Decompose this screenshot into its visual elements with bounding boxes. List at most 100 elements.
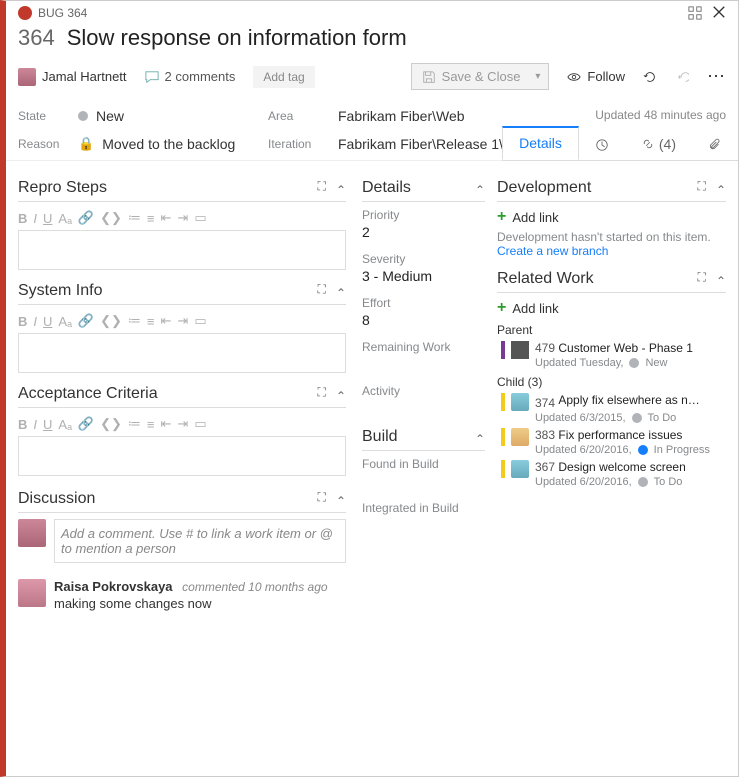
related-id: 479 (535, 341, 555, 355)
more-icon[interactable]: ⋯ (707, 66, 726, 87)
repro-editor[interactable] (18, 230, 346, 270)
tab-details[interactable]: Details (502, 126, 579, 160)
expand-icon[interactable]: ⛶ (318, 179, 328, 197)
collapse-icon[interactable] (336, 282, 346, 300)
tab-attachments[interactable] (692, 130, 738, 160)
activity-value[interactable] (362, 400, 485, 416)
area-value[interactable]: Fabrikam Fiber\Web (338, 108, 465, 124)
collapse-icon[interactable] (336, 385, 346, 403)
related-updated: Updated 6/20/2016, (535, 444, 632, 456)
expand-icon[interactable]: ⛶ (318, 282, 328, 300)
plus-icon: + (497, 208, 506, 226)
follow-button[interactable]: Follow (567, 69, 625, 84)
related-updated: Updated Tuesday, (535, 357, 623, 369)
repro-toolbar[interactable]: BIUAₐ🔗❮❯≔≡⇤⇥▭ (18, 208, 346, 228)
related-updated: Updated 6/20/2016, (535, 476, 632, 488)
close-icon[interactable] (712, 5, 728, 21)
history-icon (595, 138, 609, 152)
related-id: 383 (535, 428, 555, 442)
effort-label: Effort (362, 296, 485, 310)
severity-label: Severity (362, 252, 485, 266)
severity-value[interactable]: 3 - Medium (362, 268, 485, 284)
collapse-icon[interactable] (336, 179, 346, 197)
tab-history[interactable] (579, 130, 625, 160)
save-icon (422, 70, 436, 84)
related-state: In Progress (654, 444, 710, 456)
undo-icon[interactable] (675, 70, 689, 84)
assignee-picker[interactable]: Jamal Hartnett (18, 68, 127, 86)
attachment-icon (708, 138, 722, 152)
acceptance-toolbar[interactable]: BIUAₐ🔗❮❯≔≡⇤⇥▭ (18, 414, 346, 434)
related-title: Design welcome screen (558, 460, 685, 474)
related-item[interactable]: 367 Design welcome screen Updated 6/20/2… (497, 460, 726, 488)
related-title: Apply fix elsewhere as n… (558, 393, 699, 407)
priority-value[interactable]: 2 (362, 224, 485, 240)
build-heading: Build (362, 428, 398, 446)
integrated-build-value[interactable] (362, 517, 485, 533)
related-add-link-button[interactable]: + Add link (497, 299, 726, 317)
remaining-value[interactable] (362, 356, 485, 372)
acceptance-editor[interactable] (18, 436, 346, 476)
expand-icon[interactable]: ⛶ (318, 385, 328, 403)
dev-add-link-button[interactable]: + Add link (497, 208, 726, 226)
comment-body: making some changes now (54, 596, 328, 611)
development-heading: Development (497, 179, 591, 197)
tab-links-count: (4) (659, 136, 676, 152)
priority-label: Priority (362, 208, 485, 222)
effort-value[interactable]: 8 (362, 312, 485, 328)
reason-label: Reason (18, 137, 78, 151)
related-item[interactable]: 374 Apply fix elsewhere as n… Updated 6/… (497, 393, 726, 424)
discussion-heading: Discussion (18, 490, 95, 508)
assignee-name: Jamal Hartnett (42, 69, 127, 84)
type-color-bar (501, 393, 505, 411)
maximize-icon[interactable] (688, 6, 702, 20)
iteration-label: Iteration (268, 137, 338, 151)
state-dropdown[interactable]: New (78, 108, 268, 124)
sysinfo-editor[interactable] (18, 333, 346, 373)
related-title: Customer Web - Phase 1 (558, 341, 693, 355)
expand-icon[interactable]: ⛶ (318, 490, 328, 508)
related-updated: Updated 6/3/2015, (535, 412, 626, 424)
add-tag-button[interactable]: Add tag (253, 66, 314, 88)
comments-summary[interactable]: 2 comments (145, 69, 236, 84)
refresh-icon[interactable] (643, 70, 657, 84)
collapse-icon[interactable] (475, 428, 485, 446)
state-dot-icon (629, 358, 639, 368)
comment-author: Raisa Pokrovskaya (54, 579, 173, 594)
found-in-build-value[interactable] (362, 473, 485, 489)
collapse-icon[interactable] (336, 490, 346, 508)
lock-icon: 🔒 (78, 136, 94, 152)
related-title: Fix performance issues (558, 428, 682, 442)
related-item[interactable]: 479 Customer Web - Phase 1 Updated Tuesd… (497, 341, 726, 369)
related-item[interactable]: 383 Fix performance issues Updated 6/20/… (497, 428, 726, 456)
collapse-icon[interactable] (716, 270, 726, 288)
updated-timestamp: Updated 48 minutes ago (595, 108, 726, 122)
avatar-icon (511, 393, 529, 411)
state-value: New (96, 108, 124, 124)
follow-label: Follow (587, 69, 625, 84)
related-id: 374 (535, 396, 555, 410)
avatar-icon (18, 519, 46, 547)
comment-icon (145, 70, 159, 84)
type-color-bar (501, 428, 505, 446)
sysinfo-toolbar[interactable]: BIUAₐ🔗❮❯≔≡⇤⇥▭ (18, 311, 346, 331)
workitem-title[interactable]: Slow response on information form (67, 25, 407, 51)
sysinfo-heading: System Info (18, 282, 102, 300)
save-close-button[interactable]: Save & Close (411, 63, 550, 90)
expand-icon[interactable]: ⛶ (698, 270, 708, 288)
expand-icon[interactable]: ⛶ (698, 179, 708, 197)
remaining-label: Remaining Work (362, 340, 485, 354)
state-dot-icon (638, 477, 648, 487)
avatar-icon (18, 579, 46, 607)
create-branch-link[interactable]: Create a new branch (497, 244, 726, 258)
area-label: Area (268, 109, 338, 123)
type-color-bar (501, 460, 505, 478)
comments-count: 2 comments (165, 69, 236, 84)
activity-label: Activity (362, 384, 485, 398)
window-label: BUG 364 (38, 6, 87, 20)
comment-input[interactable]: Add a comment. Use # to link a work item… (54, 519, 346, 563)
reason-dropdown[interactable]: 🔒 Moved to the backlog (78, 136, 268, 152)
tab-links[interactable]: (4) (625, 128, 692, 160)
collapse-icon[interactable] (475, 179, 485, 197)
collapse-icon[interactable] (716, 179, 726, 197)
